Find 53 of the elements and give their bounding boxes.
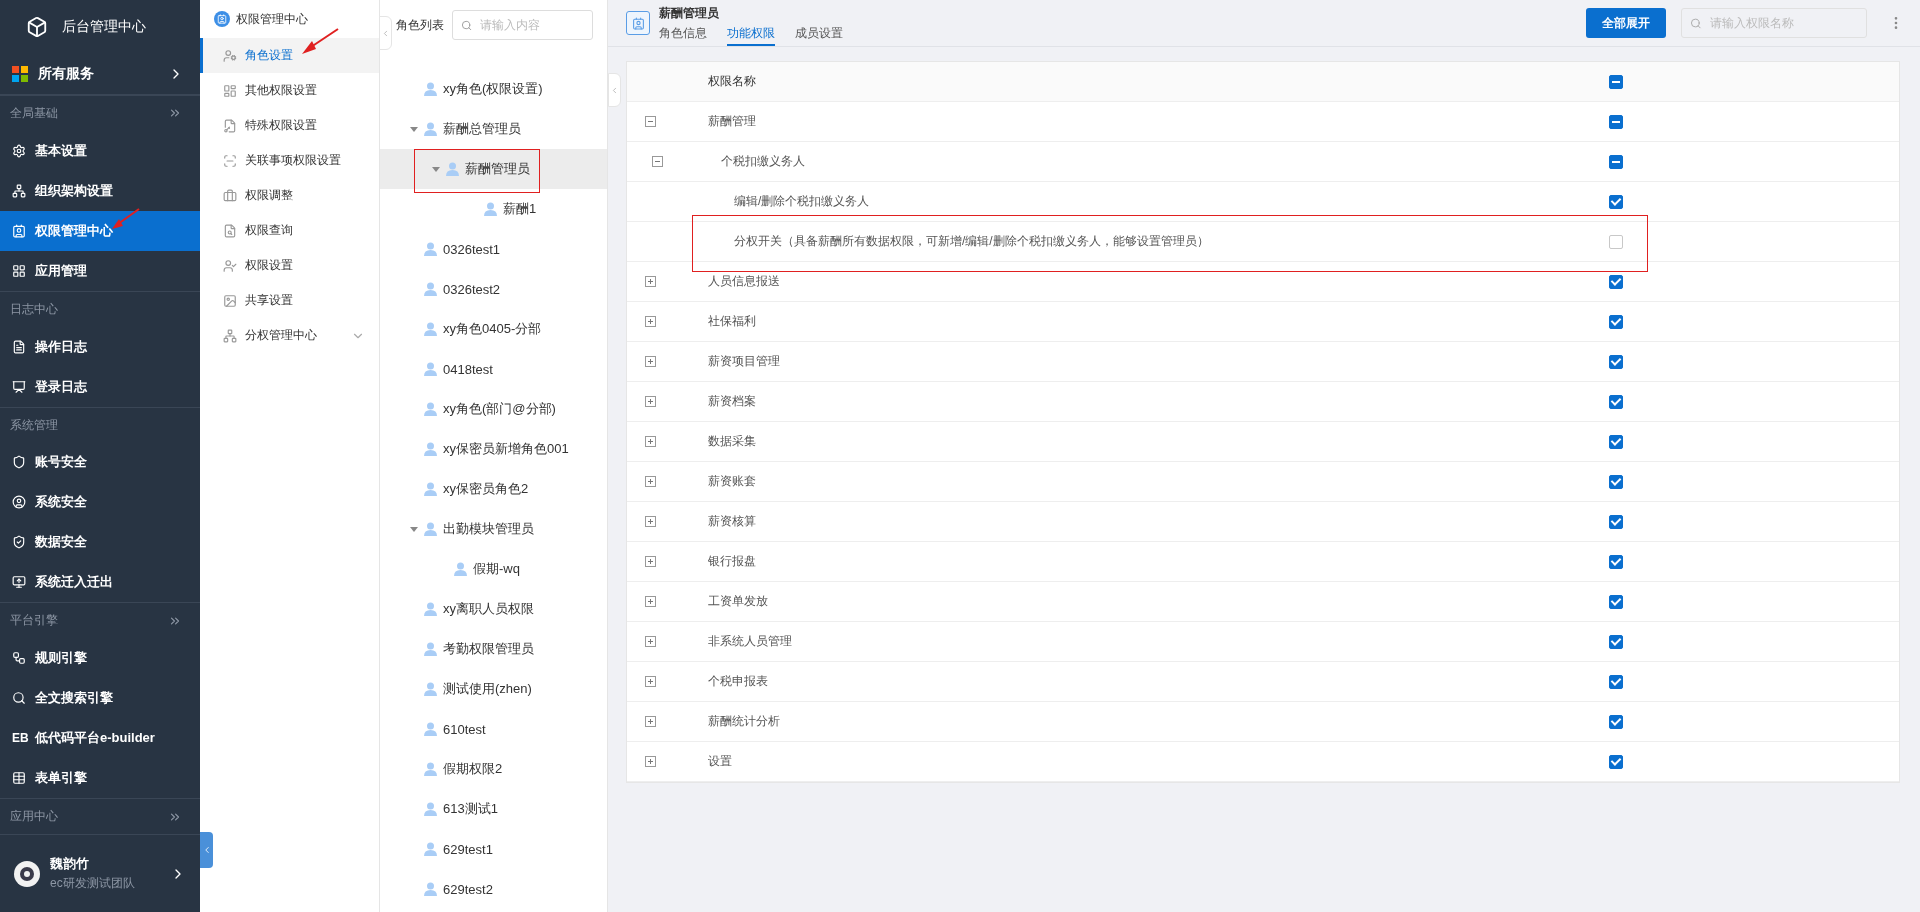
nav-item[interactable]: 组织架构设置 — [0, 170, 200, 211]
nav-item[interactable]: 全文搜索引擎 — [0, 678, 200, 719]
permission-name: 非系统人员管理 — [708, 634, 792, 648]
nav-item[interactable]: EB 低代码平台e-builder — [0, 718, 200, 759]
user-name: 魏韵竹 — [50, 855, 90, 874]
section-title: 系统管理 — [10, 416, 58, 434]
nav-item[interactable]: 表单引擎 — [0, 758, 200, 799]
nav-item[interactable]: 操作日志 — [0, 326, 200, 367]
permission-name: 薪酬统计分析 — [708, 714, 780, 728]
user-team: ec研发测试团队 — [50, 875, 136, 893]
app-title: 后台管理中心 — [62, 18, 146, 37]
section-title: 应用中心 — [10, 808, 58, 826]
nav-item[interactable]: 登录日志 — [0, 366, 200, 407]
section-title: 平台引擎 — [10, 612, 58, 630]
nav-item[interactable]: 权限管理中心 — [0, 210, 200, 251]
section-title: 全局基础 — [10, 104, 58, 122]
permission-name: 工资单发放 — [708, 594, 768, 608]
nav-item[interactable]: 账号安全 — [0, 442, 200, 483]
search-field[interactable]: 请输入内容 — [452, 10, 593, 40]
permission-name: 社保福利 — [708, 314, 756, 328]
nav-item[interactable]: 数据安全 — [0, 522, 200, 563]
all-services-item[interactable]: 所有服务 — [0, 54, 200, 95]
nav-item[interactable]: 系统迁入迁出 — [0, 562, 200, 603]
permission-name: 薪资账套 — [708, 474, 756, 488]
permission-name: 人员信息报送 — [708, 274, 780, 288]
expand-all-button[interactable]: 全部展开 — [1586, 8, 1666, 38]
permission-name: 数据采集 — [708, 434, 756, 448]
permission-name: 个税申报表 — [708, 674, 768, 688]
permission-name: 个税扣缴义务人 — [721, 154, 805, 168]
search-input[interactable]: 请输入内容 — [478, 17, 584, 33]
permission-name: 设置 — [708, 754, 732, 768]
role-title: 薪酬管理员 — [659, 4, 720, 22]
permission-name: 薪资核算 — [708, 514, 756, 528]
permission-name: 薪资档案 — [708, 394, 756, 408]
permission-name: 银行报盘 — [708, 554, 756, 568]
list-title: 角色列表 — [396, 16, 444, 34]
section-title: 日志中心 — [10, 300, 58, 318]
menu-item[interactable]: 角色设置 — [200, 38, 379, 73]
tab[interactable]: 成员设置 — [795, 21, 843, 46]
permission-name: 薪资项目管理 — [708, 354, 780, 368]
nav-label: EB — [12, 731, 26, 746]
permission-name: 薪酬管理 — [708, 114, 756, 128]
nav-item[interactable]: 应用管理 — [0, 250, 200, 291]
permission-name: 编辑/删除个税扣缴义务人 — [734, 194, 870, 208]
tab[interactable]: 角色信息 — [659, 21, 707, 46]
permission-name: 分权开关（具备薪酬所有数据权限，可新增/编辑/删除个税扣缴义务人，能够设置管理员） — [734, 234, 1209, 248]
tab[interactable]: 功能权限 — [727, 21, 775, 46]
column-header: 权限名称 — [708, 74, 756, 88]
nav-item[interactable]: 系统安全 — [0, 482, 200, 523]
nav-item[interactable]: 规则引擎 — [0, 638, 200, 679]
nav-item[interactable]: 基本设置 — [0, 130, 200, 171]
panel-title: 权限管理中心 — [236, 10, 308, 28]
role-item[interactable]: 薪酬管理员 — [380, 149, 607, 189]
